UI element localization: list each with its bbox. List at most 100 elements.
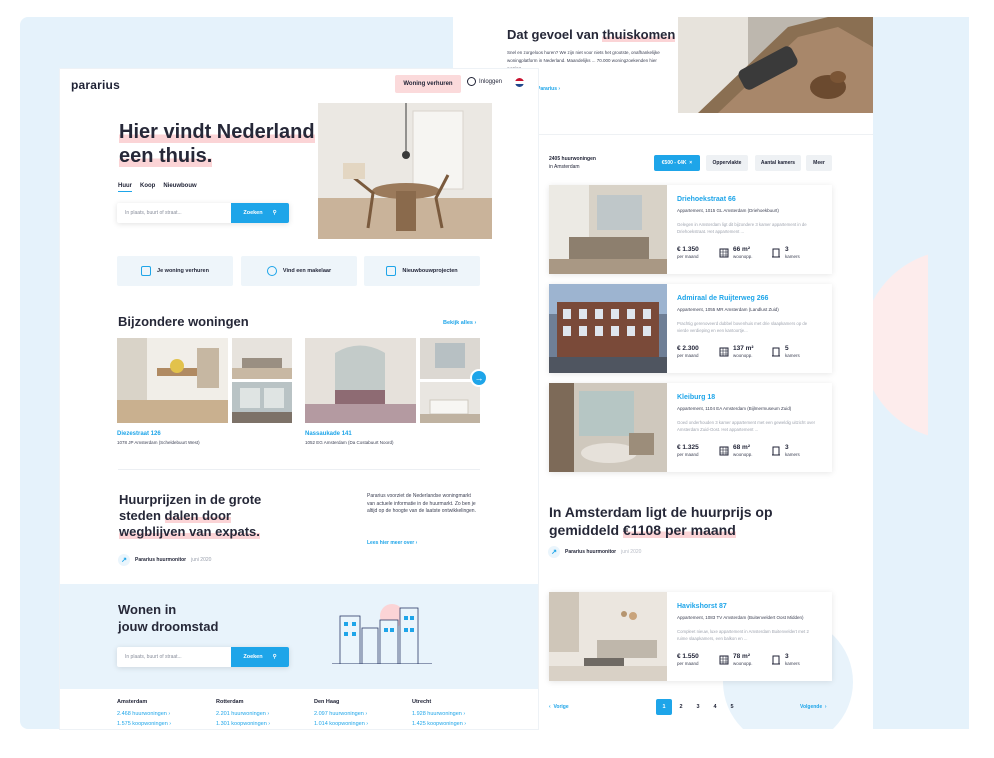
city-column: Amsterdam 2.468 huurwoningen › 1.575 koopw… bbox=[117, 699, 171, 729]
listing-card[interactable]: Driehoekstraat 66 Appartement, 1015 GL A… bbox=[549, 185, 832, 274]
listing-area: 68 m² woonopp. bbox=[733, 444, 753, 457]
search-input[interactable]: In plaats, buurt of straat... bbox=[125, 210, 182, 216]
tab-koop[interactable]: Koop bbox=[140, 183, 155, 192]
quick-link-nieuwbouw[interactable]: Nieuwbouwprojecten bbox=[364, 256, 480, 286]
login-link[interactable]: Inloggen bbox=[467, 77, 502, 86]
building-icon bbox=[386, 266, 397, 276]
city-name[interactable]: Utrecht bbox=[412, 699, 466, 705]
search-icon: ⚲ bbox=[272, 654, 277, 660]
search-tabs: Huur Koop Nieuwbouw bbox=[118, 183, 197, 192]
rooms-icon bbox=[772, 347, 780, 357]
city-rent-link[interactable]: 2.097 huurwoningen › bbox=[314, 711, 368, 717]
search-button[interactable]: Zoeken ⚲ bbox=[231, 203, 289, 223]
special-photo-main[interactable] bbox=[117, 338, 228, 423]
listing-title[interactable]: Kleiburg 18 bbox=[677, 394, 715, 401]
filter-meer[interactable]: Meer bbox=[806, 155, 832, 171]
site-header: pararius Woning verhuren Inloggen bbox=[60, 69, 538, 99]
listing-title[interactable]: Admiraal de Ruijterweg 266 bbox=[677, 295, 768, 302]
page-2[interactable]: 2 bbox=[673, 699, 689, 715]
listing-area: 66 m² woonopp. bbox=[733, 246, 753, 259]
search-icon: ⚲ bbox=[272, 210, 277, 216]
hero-title: Hier vindt Nederland een thuis. bbox=[119, 121, 315, 167]
page-5[interactable]: 5 bbox=[724, 699, 740, 715]
listing-photo bbox=[549, 284, 667, 373]
netherlands-flag-icon[interactable] bbox=[515, 78, 524, 87]
quick-link-verhuren[interactable]: Je woning verhuren bbox=[117, 256, 233, 286]
result-count: 2405 huurwoningen in Amsterdam bbox=[549, 156, 596, 170]
filter-kamers[interactable]: Aantal kamers bbox=[755, 155, 801, 171]
listing-price: € 1.550 per maand bbox=[677, 653, 699, 666]
page-3[interactable]: 3 bbox=[690, 699, 706, 715]
search-input[interactable]: In plaats, buurt of straat... bbox=[125, 654, 182, 660]
city-buy-link[interactable]: 1.425 koopwoningen › bbox=[412, 721, 466, 727]
listing-card[interactable]: Havikshorst 87 Appartement, 1083 TV Amst… bbox=[549, 592, 832, 681]
city-rent-link[interactable]: 2.468 huurwoningen › bbox=[117, 711, 171, 717]
monitor-heading: Huurprijzen in de grote steden dalen door… bbox=[119, 492, 262, 539]
listing-price: € 2.300 per maand bbox=[677, 345, 699, 358]
tab-nieuwbouw[interactable]: Nieuwbouw bbox=[163, 183, 196, 192]
user-icon bbox=[467, 77, 476, 86]
listing-address: Appartement, 1104 EA Amsterdam (Bijlmerm… bbox=[677, 406, 792, 411]
woning-verhuren-button[interactable]: Woning verhuren bbox=[395, 75, 461, 93]
filter-price-chip[interactable]: €500 - €4K × bbox=[654, 155, 700, 171]
area-icon bbox=[719, 248, 729, 258]
special-photo-small[interactable] bbox=[420, 382, 480, 423]
listing-description: Gelegen in Amsterdam ligt dit bijzondere… bbox=[677, 222, 807, 234]
listing-photo bbox=[549, 592, 667, 681]
city-rent-link[interactable]: 1.928 huurwoningen › bbox=[412, 711, 466, 717]
pararius-link[interactable]: Pararius › bbox=[537, 86, 560, 92]
hero-search: In plaats, buurt of straat... Zoeken ⚲ bbox=[117, 203, 289, 223]
special-photo-main[interactable] bbox=[305, 338, 416, 423]
listing-card[interactable]: Kleiburg 18 Appartement, 1104 EA Amsterd… bbox=[549, 383, 832, 472]
filter-oppervlakte[interactable]: Oppervlakte bbox=[706, 155, 748, 171]
special-photo-small[interactable] bbox=[232, 338, 292, 379]
rooms-icon bbox=[772, 248, 780, 258]
listing-title[interactable]: Driehoekstraat 66 bbox=[677, 196, 736, 203]
area-icon bbox=[719, 446, 729, 456]
listing-area: 137 m² woonopp. bbox=[733, 345, 754, 358]
carousel-next-button[interactable]: → bbox=[470, 369, 488, 387]
page-4[interactable]: 4 bbox=[707, 699, 723, 715]
tab-huur[interactable]: Huur bbox=[118, 183, 132, 192]
city-name[interactable]: Amsterdam bbox=[117, 699, 171, 705]
divider bbox=[537, 134, 873, 135]
city-name[interactable]: Den Haag bbox=[314, 699, 368, 705]
hero-dining-photo bbox=[318, 103, 492, 239]
listing-description: Compleet nieuw, luxe appartement in Amst… bbox=[677, 629, 809, 641]
pagination-next[interactable]: Volgende › bbox=[800, 699, 827, 715]
monitor-source: ↗ Pararius huurmonitor juni 2020 bbox=[118, 554, 211, 566]
listing-area: 78 m² woonopp. bbox=[733, 653, 753, 666]
city-name[interactable]: Rotterdam bbox=[216, 699, 270, 705]
background-strip bbox=[928, 17, 969, 729]
divider bbox=[118, 469, 480, 470]
search-button[interactable]: Zoeken ⚲ bbox=[231, 647, 289, 667]
page-1[interactable]: 1 bbox=[656, 699, 672, 715]
trend-icon: ↗ bbox=[548, 546, 560, 558]
city-column: Rotterdam 2.201 huurwoningen › 1.301 koopw… bbox=[216, 699, 270, 729]
listing-address: Appartement, 1055 MR Amsterdam (Landlust… bbox=[677, 307, 779, 312]
view-all-link[interactable]: Bekijk alles › bbox=[443, 320, 476, 326]
arrow-right-icon: → bbox=[474, 373, 484, 383]
special-item-name[interactable]: Nassaukade 141 bbox=[305, 431, 352, 437]
city-rent-link[interactable]: 2.201 huurwoningen › bbox=[216, 711, 270, 717]
listing-rooms: 3 kamers bbox=[785, 246, 800, 259]
quick-link-makelaar[interactable]: Vind een makelaar bbox=[241, 256, 357, 286]
city-buy-link[interactable]: 1.014 koopwoningen › bbox=[314, 721, 368, 727]
pararius-logo[interactable]: pararius bbox=[71, 78, 120, 92]
listing-rooms: 5 kamers bbox=[785, 345, 800, 358]
listing-description: Prachtig gerenoveerd dubbel bovenhuis me… bbox=[677, 321, 808, 333]
special-item-name[interactable]: Diezestraat 126 bbox=[117, 431, 161, 437]
listing-price: € 1.325 per maand bbox=[677, 444, 699, 457]
monitor-paragraph: Pararius voorziet de Nederlandse woningm… bbox=[367, 493, 476, 514]
pagination-prev[interactable]: ‹ Vorige bbox=[549, 699, 569, 715]
listing-title[interactable]: Havikshorst 87 bbox=[677, 603, 727, 610]
special-photo-small[interactable] bbox=[232, 382, 292, 423]
right-title: Dat gevoel van thuiskomen bbox=[507, 27, 676, 42]
city-buy-link[interactable]: 1.575 koopwoningen › bbox=[117, 721, 171, 727]
dream-city-section bbox=[60, 584, 538, 689]
listing-card[interactable]: Admiraal de Ruijterweg 266 Appartement, … bbox=[549, 284, 832, 373]
read-more-link[interactable]: Lees hier meer over › bbox=[367, 540, 417, 546]
listing-photo bbox=[549, 185, 667, 274]
relaxing-photo bbox=[678, 17, 873, 113]
city-buy-link[interactable]: 1.301 koopwoningen › bbox=[216, 721, 270, 727]
